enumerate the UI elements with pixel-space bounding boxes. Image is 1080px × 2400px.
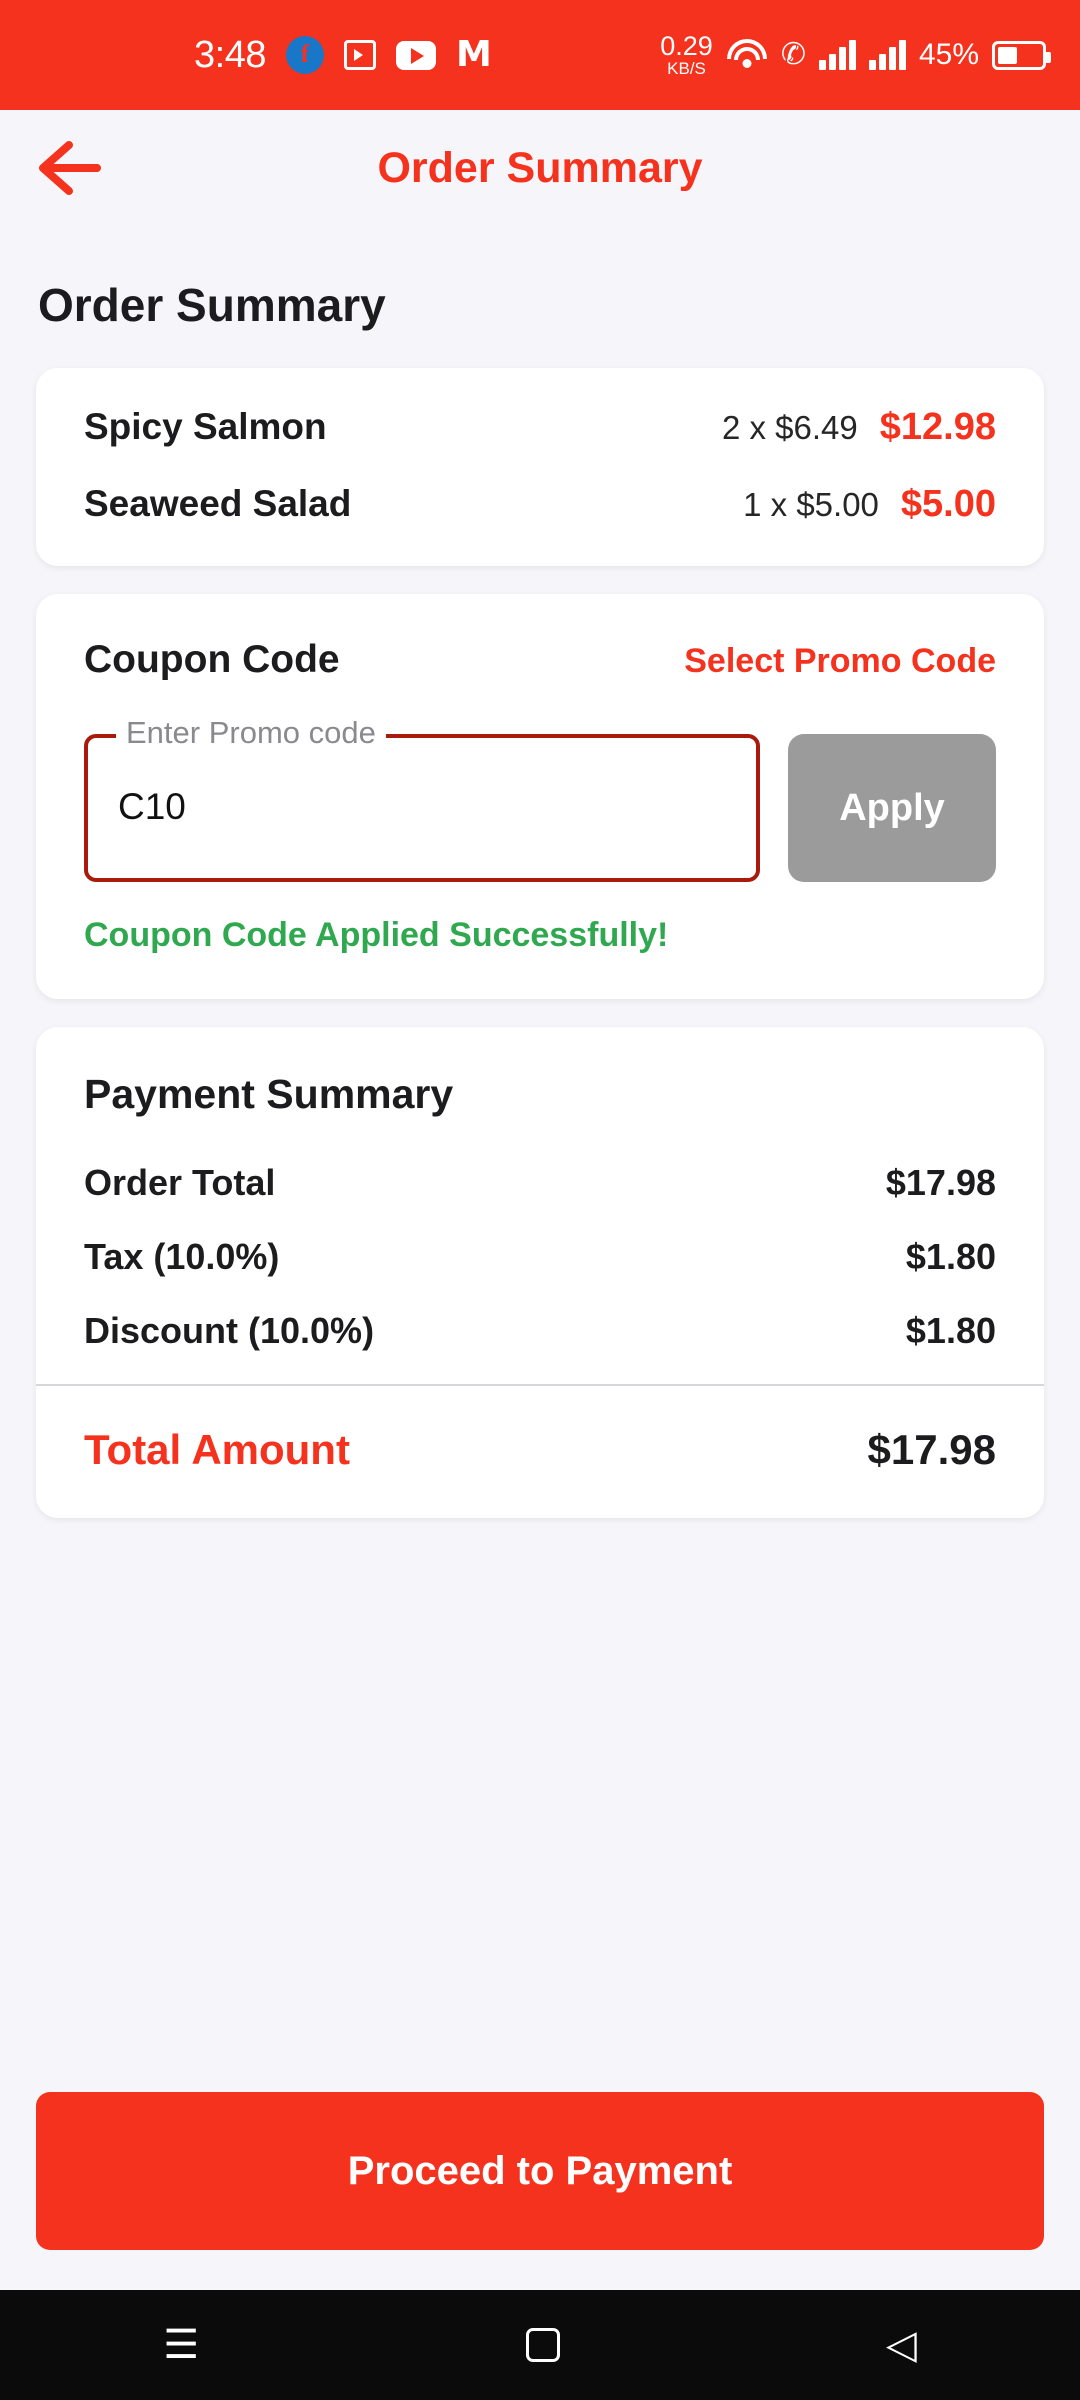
menu-icon[interactable]: ☰ [163,2322,199,2368]
payment-row-order-total: Order Total $17.98 [84,1162,996,1204]
wifi-icon [726,39,768,71]
payment-summary-title: Payment Summary [84,1071,454,1117]
order-items-card: Spicy Salmon 2 x $6.49 $12.98 Seaweed Sa… [36,368,1044,566]
status-clock: 3:48 [194,33,266,76]
home-icon[interactable] [525,2328,560,2362]
promo-code-input[interactable]: C10 [118,786,186,828]
order-item-row: Spicy Salmon 2 x $6.49 $12.98 [84,406,996,449]
order-item-pricing: 2 x $6.49 $12.98 [722,406,996,449]
cta-container: Proceed to Payment [36,2092,1044,2250]
payment-row-label: Order Total [84,1162,276,1203]
back-nav-icon[interactable]: ◁ [886,2322,917,2368]
total-amount-value: $17.98 [867,1426,996,1473]
coupon-section-title: Coupon Code [84,638,340,681]
proceed-to-payment-button[interactable]: Proceed to Payment [36,2092,1044,2250]
battery-icon [992,40,1051,70]
facebook-icon: f [285,36,324,74]
signal-bars-icon-2 [868,40,906,70]
promo-code-field[interactable]: Enter Promo code C10 [84,714,760,882]
status-bar-left: 3:48 f M [194,34,492,77]
call-icon: ✆ [780,38,806,71]
main-content: Order Summary Spicy Salmon 2 x $6.49 $12… [0,278,1080,1518]
payment-row-tax: Tax (10.0%) $1.80 [84,1236,996,1278]
payment-row-value: $17.98 [885,1162,996,1203]
payment-row-discount: Discount (10.0%) $1.80 [84,1310,996,1352]
coupon-input-row: Enter Promo code C10 Apply [84,714,996,882]
payment-summary-card: Payment Summary Order Total $17.98 Tax (… [36,1027,1044,1518]
back-arrow-icon [39,141,101,195]
back-button[interactable] [22,120,118,216]
promo-code-label: Enter Promo code [116,714,386,752]
android-navigation-bar: ☰ ◁ [0,2290,1080,2400]
coupon-success-message: Coupon Code Applied Successfully! [84,916,669,954]
status-bar-right: 0.29 KB/S ✆ 45% [660,31,1051,78]
coupon-card: Coupon Code Select Promo Code Enter Prom… [36,594,1044,999]
battery-percent-label: 45% [918,38,979,71]
order-item-name: Seaweed Salad [84,483,352,524]
order-item-qty-price: 1 x $5.00 [743,486,879,523]
payment-row-value: $1.80 [905,1310,996,1351]
apply-coupon-button[interactable]: Apply [788,734,996,882]
select-promo-code-link[interactable]: Select Promo Code [684,642,996,681]
coupon-header: Coupon Code Select Promo Code [84,638,996,682]
page-title: Order Summary [38,279,386,331]
status-bar: 3:48 f M 0.29 KB/S ✆ 45% [0,0,1080,110]
payment-row-label: Tax (10.0%) [84,1236,280,1277]
signal-bars-icon-1 [818,40,856,70]
total-amount-label: Total Amount [84,1426,350,1473]
total-amount-row: Total Amount $17.98 [36,1386,1044,1518]
app-bar-title: Order Summary [377,143,703,192]
payment-summary-body: Payment Summary Order Total $17.98 Tax (… [36,1071,1044,1352]
order-item-total: $12.98 [879,406,996,448]
app-bar: Order Summary [0,110,1080,226]
youtube-icon [395,40,436,70]
order-item-pricing: 1 x $5.00 $5.00 [743,483,996,526]
order-item-qty-price: 2 x $6.49 [721,409,858,446]
myntra-icon: M [455,34,492,75]
order-item-total: $5.00 [900,483,996,525]
payment-row-label: Discount (10.0%) [84,1310,375,1351]
video-camera-icon [343,40,376,70]
order-item-row: Seaweed Salad 1 x $5.00 $5.00 [84,483,996,526]
network-speed-unit: KB/S [667,59,706,78]
network-speed-value: 0.29 [660,31,713,61]
payment-row-value: $1.80 [905,1236,996,1277]
network-speed-indicator: 0.29 KB/S [660,31,713,78]
order-item-name: Spicy Salmon [84,406,327,447]
